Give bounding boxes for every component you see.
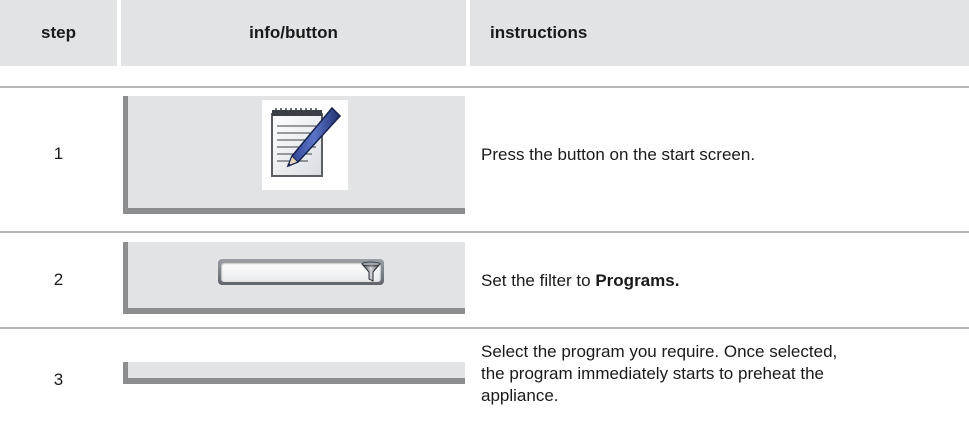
instruction-text-bold: Programs. xyxy=(595,271,680,290)
step-number: 1 xyxy=(53,144,64,163)
instruction-text: Press the button on the start screen. xyxy=(481,145,756,164)
row-divider xyxy=(0,231,969,233)
column-header-step-label: step xyxy=(41,23,76,42)
info-panel xyxy=(123,96,465,214)
notepad-pencil-graphic xyxy=(271,106,342,177)
row-divider xyxy=(0,86,969,88)
instruction-line: appliance. xyxy=(481,386,559,405)
filter-funnel-icon[interactable] xyxy=(356,259,384,285)
step-number: 3 xyxy=(53,370,64,389)
funnel-graphic xyxy=(360,261,382,282)
instruction-text: Set the filter to Programs. xyxy=(481,270,961,292)
info-panel xyxy=(123,242,465,314)
column-header-instructions: instructions xyxy=(470,0,969,66)
instruction-text: Select the program you require. Once sel… xyxy=(481,341,961,407)
info-panel xyxy=(123,362,465,384)
instruction-line: Select the program you require. Once sel… xyxy=(481,342,838,361)
notepad-pencil-icon[interactable] xyxy=(262,100,348,190)
column-header-info: info/button xyxy=(121,0,466,66)
column-header-info-label: info/button xyxy=(249,23,338,42)
instruction-text-plain: Set the filter to xyxy=(481,271,596,290)
row-divider xyxy=(0,327,969,329)
instruction-line: the program immediately starts to prehea… xyxy=(481,364,824,383)
column-header-step: step xyxy=(0,0,117,66)
step-number: 2 xyxy=(53,270,64,289)
column-header-instructions-label: instructions xyxy=(490,23,588,42)
